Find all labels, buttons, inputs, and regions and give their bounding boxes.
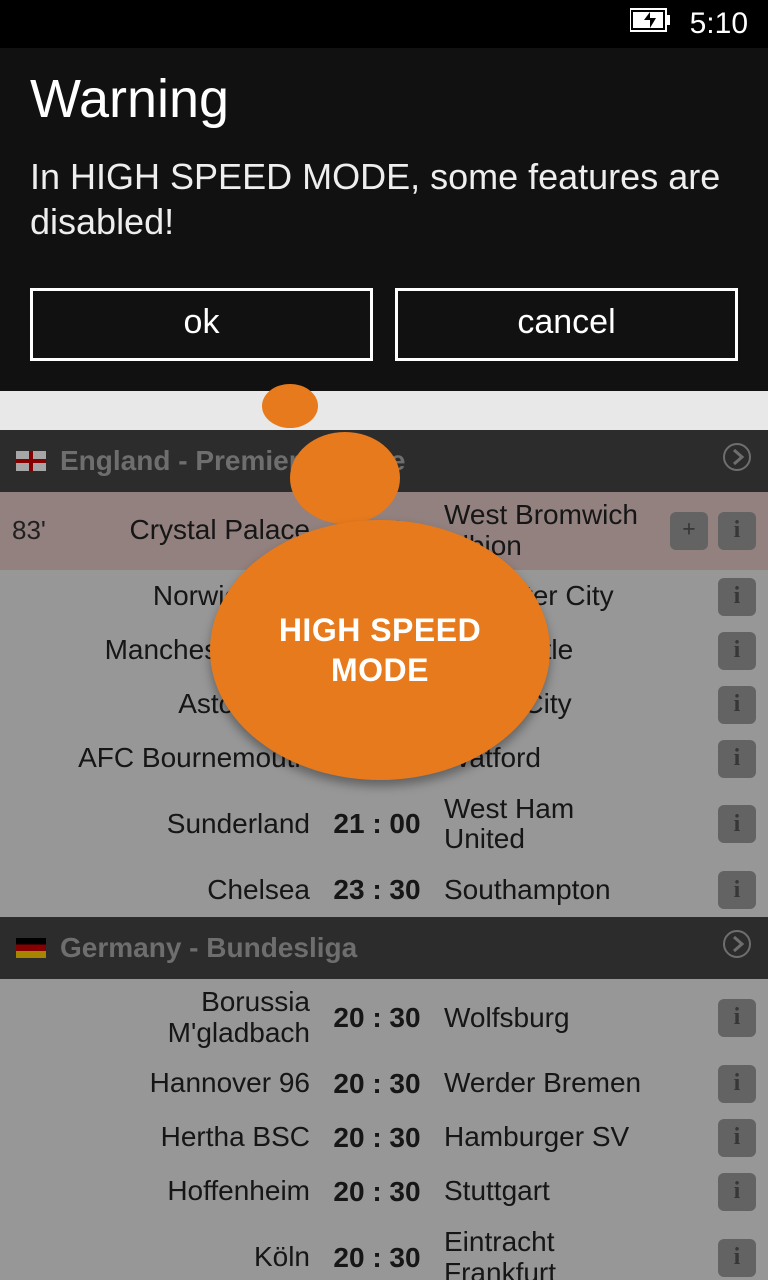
dialog-message: In HIGH SPEED MODE, some features are di… (30, 154, 738, 244)
dialog-title: Warning (30, 68, 738, 130)
status-time: 5:10 (690, 7, 748, 41)
callout-tail-icon (262, 384, 318, 428)
high-speed-mode-callout: HIGH SPEEDMODE (210, 520, 550, 780)
battery-charging-icon (630, 7, 672, 41)
dialog-buttons: ok cancel (30, 288, 738, 361)
status-bar: 5:10 (0, 0, 768, 48)
callout-tail-icon (290, 432, 400, 524)
cancel-button[interactable]: cancel (395, 288, 738, 361)
ok-button[interactable]: ok (30, 288, 373, 361)
warning-dialog: Warning In HIGH SPEED MODE, some feature… (0, 48, 768, 391)
callout-text: HIGH SPEEDMODE (279, 610, 481, 690)
